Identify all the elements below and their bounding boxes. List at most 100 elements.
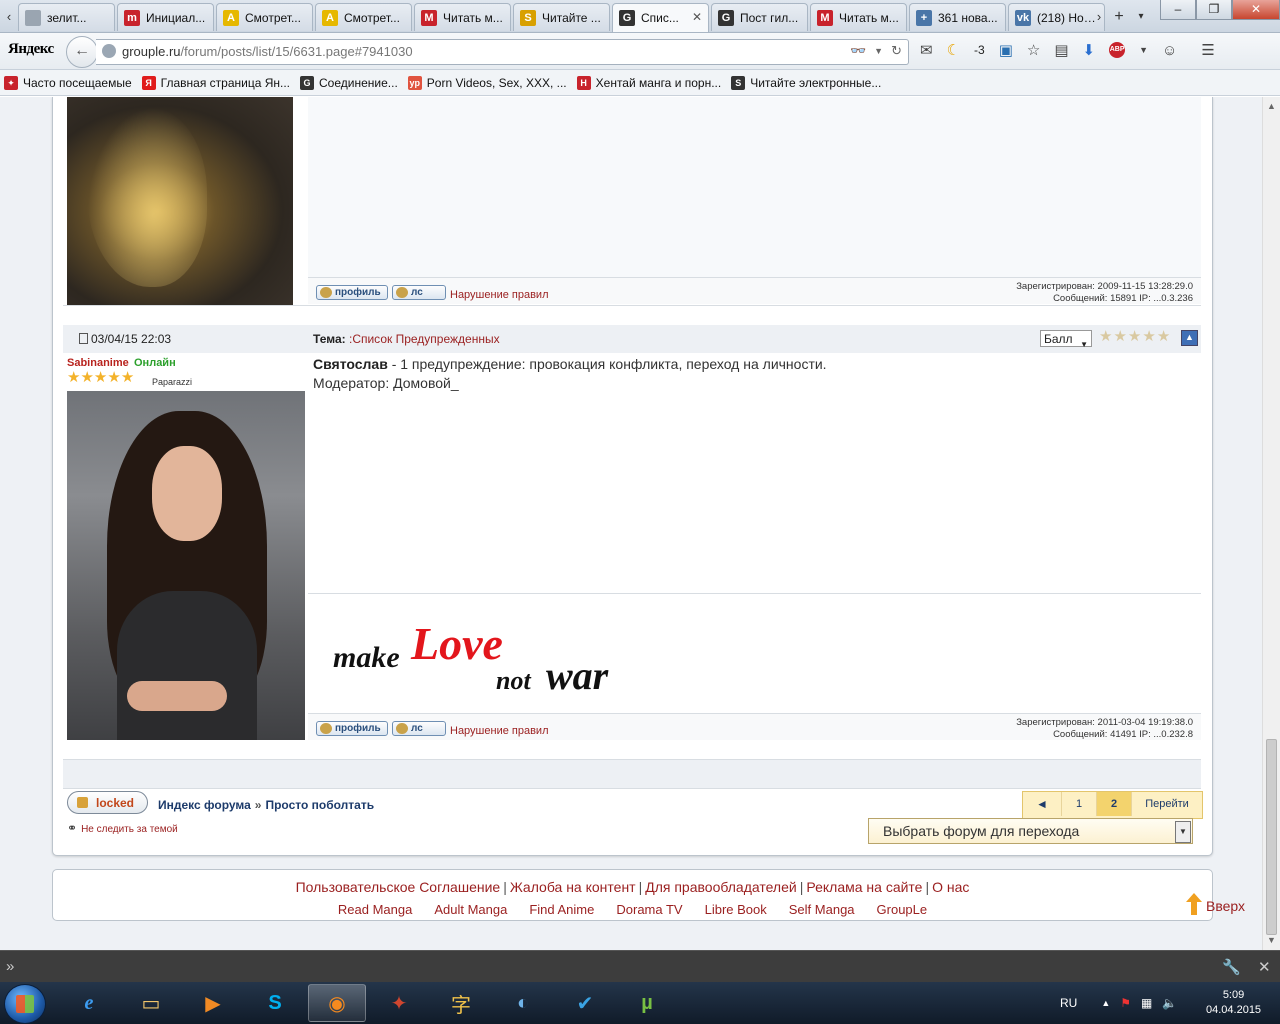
network-link-3[interactable]: Dorama TV bbox=[616, 902, 682, 917]
pager-page-1[interactable]: 1 bbox=[1062, 792, 1097, 816]
file-explorer-icon[interactable]: ▭ bbox=[122, 984, 180, 1022]
network-link-4[interactable]: Libre Book bbox=[705, 902, 767, 917]
utorrent-icon[interactable]: µ bbox=[618, 984, 676, 1022]
bookmark-item-5[interactable]: S Читайте электронные... bbox=[731, 75, 881, 90]
footer-link-3[interactable]: Реклама на сайте bbox=[806, 879, 922, 895]
chevron-down-icon[interactable]: ▼ bbox=[1139, 45, 1148, 55]
tabs-scroll-left-icon[interactable]: ‹ bbox=[2, 6, 16, 28]
post-2-profile-button[interactable]: профиль bbox=[316, 721, 388, 736]
browser-tab-8[interactable]: M Читать м... bbox=[810, 3, 907, 31]
bookmark-star-icon[interactable]: ☆ bbox=[1027, 41, 1040, 59]
post-rating-stars[interactable]: ★ ★ ★ ★ ★ bbox=[1099, 329, 1170, 344]
cloud-app-icon[interactable]: ✔ bbox=[556, 984, 614, 1022]
skype-icon[interactable]: S bbox=[246, 984, 304, 1022]
browser-tab-2[interactable]: A Смотрет... bbox=[216, 3, 313, 31]
close-window-icon[interactable]: ✕ bbox=[1232, 0, 1280, 20]
history-dropdown-icon[interactable]: ▼ bbox=[874, 43, 883, 59]
rating-star-icon[interactable]: ★ bbox=[1157, 329, 1170, 344]
network-link-0[interactable]: Read Manga bbox=[338, 902, 412, 917]
social-icon[interactable]: ☺ bbox=[1162, 42, 1177, 59]
weather-icon[interactable]: ☾ bbox=[947, 41, 960, 59]
rating-star-icon[interactable]: ★ bbox=[1113, 329, 1126, 344]
pager-prev-button[interactable]: ◄ bbox=[1023, 792, 1062, 816]
language-indicator[interactable]: RU bbox=[1060, 996, 1077, 1010]
tray-expand-icon[interactable]: ▲ bbox=[1101, 998, 1110, 1008]
rating-star-icon[interactable]: ★ bbox=[1128, 329, 1141, 344]
maximize-icon[interactable]: ❐ bbox=[1196, 0, 1232, 20]
adblock-icon[interactable]: ABP bbox=[1109, 42, 1126, 58]
post-2-username[interactable]: Sabinanime bbox=[67, 357, 129, 369]
tab-close-icon[interactable]: ✕ bbox=[692, 10, 702, 24]
scroll-down-icon[interactable]: ▼ bbox=[1267, 935, 1276, 945]
media-player-icon[interactable]: ▶ bbox=[184, 984, 242, 1022]
network-link-1[interactable]: Adult Manga bbox=[434, 902, 507, 917]
breadcrumb-forum[interactable]: Просто поболтать bbox=[265, 798, 374, 812]
tab-list-dropdown-icon[interactable]: ▾ bbox=[1134, 6, 1148, 28]
scrollbar-thumb[interactable] bbox=[1266, 739, 1277, 935]
browser-tab-5[interactable]: S Читайте ... bbox=[513, 3, 610, 31]
yandex-bar-icon[interactable]: ▣ bbox=[999, 41, 1013, 59]
close-addon-bar-icon[interactable]: ✕ bbox=[1258, 958, 1271, 976]
bookmark-item-4[interactable]: H Хентай манга и порн... bbox=[576, 75, 721, 90]
site-identity-icon[interactable] bbox=[102, 44, 116, 58]
post-2-report-link[interactable]: Нарушение правил bbox=[450, 725, 549, 737]
addon-expand-icon[interactable]: » bbox=[6, 958, 14, 975]
bookmark-item-2[interactable]: G Соединение... bbox=[300, 75, 398, 90]
paint-icon[interactable]: ◐ bbox=[494, 984, 552, 1022]
post-1-profile-button[interactable]: профиль bbox=[316, 285, 388, 300]
internet-explorer-icon[interactable]: e bbox=[60, 984, 118, 1022]
post-1-pm-button[interactable]: лс bbox=[392, 285, 446, 300]
topic-link[interactable]: :Список Предупрежденных bbox=[349, 332, 500, 346]
unwatch-topic-link[interactable]: ⚭ Не следить за темой bbox=[67, 821, 178, 835]
rating-star-icon[interactable]: ★ bbox=[1142, 329, 1155, 344]
footer-link-1[interactable]: Жалоба на контент bbox=[510, 879, 636, 895]
downloads-icon[interactable]: ⬇ bbox=[1083, 41, 1096, 59]
firefox-icon[interactable]: ◉ bbox=[308, 984, 366, 1022]
bookmark-item-1[interactable]: Я Главная страница Ян... bbox=[141, 75, 290, 90]
reader-glasses-icon[interactable]: 👓 bbox=[850, 43, 866, 59]
pager-go-button[interactable]: Перейти bbox=[1132, 792, 1202, 816]
wrench-icon[interactable]: 🔧 bbox=[1222, 958, 1241, 976]
network-link-5[interactable]: Self Manga bbox=[789, 902, 855, 917]
minimize-icon[interactable]: – bbox=[1160, 0, 1196, 20]
pager-page-2[interactable]: 2 bbox=[1097, 792, 1132, 816]
post-1-report-link[interactable]: Нарушение правил bbox=[450, 289, 549, 301]
rating-select[interactable]: Балл ▼ bbox=[1040, 330, 1092, 349]
browser-tab-4[interactable]: M Читать м... bbox=[414, 3, 511, 31]
system-clock[interactable]: 5:09 04.04.2015 bbox=[1206, 988, 1261, 1018]
reload-icon[interactable]: ↻ bbox=[891, 43, 902, 59]
scroll-to-top-icon[interactable]: ▲ bbox=[1181, 330, 1198, 346]
bookmark-item-3[interactable]: yp Porn Videos, Sex, XXX, ... bbox=[407, 75, 567, 90]
browser-tab-6[interactable]: G Спис... ✕ bbox=[612, 3, 709, 32]
network-link-6[interactable]: GroupLe bbox=[877, 902, 928, 917]
footer-link-2[interactable]: Для правообладателей bbox=[645, 879, 796, 895]
game-app-icon[interactable]: ✦ bbox=[370, 984, 428, 1022]
yandex-logo[interactable]: Яндекс bbox=[8, 41, 54, 58]
browser-tab-7[interactable]: G Пост гил... bbox=[711, 3, 808, 31]
address-bar[interactable]: grouple.ru/forum/posts/list/15/6631.page… bbox=[96, 39, 909, 65]
browser-tab-0[interactable]: зелит... bbox=[18, 3, 115, 31]
breadcrumb-forum-index[interactable]: Индекс форума bbox=[158, 798, 251, 812]
back-button[interactable]: ← bbox=[66, 36, 98, 68]
rating-star-icon[interactable]: ★ bbox=[1099, 329, 1112, 344]
scroll-up-icon[interactable]: ▲ bbox=[1267, 101, 1276, 111]
network-icon[interactable]: ▦ bbox=[1141, 996, 1152, 1010]
browser-tab-10[interactable]: vk (218) Нов... bbox=[1008, 3, 1105, 31]
dictionary-app-icon[interactable]: 字 bbox=[432, 984, 490, 1022]
bookmark-item-0[interactable]: ✦ Часто посещаемые bbox=[4, 75, 132, 90]
post-2-pm-button[interactable]: лс bbox=[392, 721, 446, 736]
footer-link-4[interactable]: О нас bbox=[932, 879, 969, 895]
mail-icon[interactable]: ✉ bbox=[920, 41, 933, 59]
back-to-top-link[interactable]: Вверх bbox=[1186, 893, 1245, 915]
network-link-2[interactable]: Find Anime bbox=[529, 902, 594, 917]
tabs-scroll-right-icon[interactable]: › bbox=[1092, 6, 1106, 28]
start-button[interactable] bbox=[4, 984, 46, 1024]
menu-icon[interactable]: ☰ bbox=[1201, 41, 1214, 59]
browser-tab-9[interactable]: +361 нова... bbox=[909, 3, 1006, 31]
new-tab-icon[interactable]: + bbox=[1112, 6, 1126, 28]
browser-tab-3[interactable]: A Смотрет... bbox=[315, 3, 412, 31]
volume-icon[interactable]: 🔈 bbox=[1162, 996, 1177, 1010]
footer-link-0[interactable]: Пользовательское Соглашение bbox=[296, 879, 501, 895]
action-center-icon[interactable]: ⚑ bbox=[1120, 996, 1131, 1010]
forum-jump-select[interactable]: Выбрать форум для перехода ▼ bbox=[868, 818, 1193, 844]
